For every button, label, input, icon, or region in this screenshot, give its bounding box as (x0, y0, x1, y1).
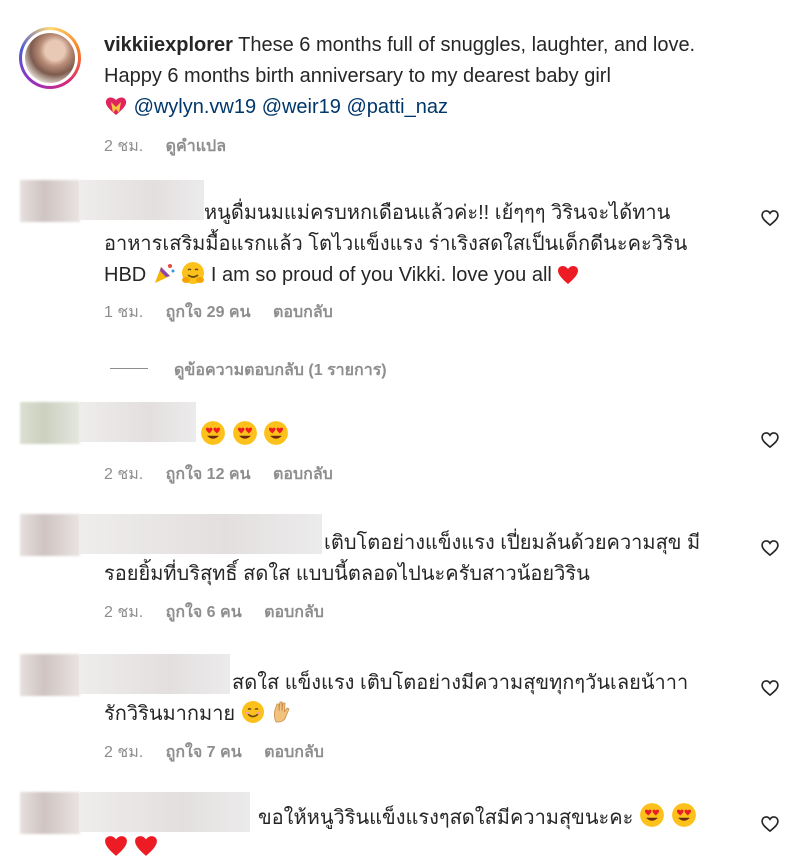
caption-meta: 2 ชม. ดูคำแปล (104, 134, 244, 159)
comment-meta: 2 ชม. ถูกใจ 12 คน ตอบกลับ (104, 462, 351, 487)
comment-item: สดใส แข็งแรง เติบโตอย่างมีความสุขทุกๆวัน… (0, 652, 800, 772)
commenter-username-redacted[interactable] (80, 514, 322, 554)
comment-text-line: HBD I am so proud of you Vikki. love you… (104, 260, 744, 291)
comment-meta: 2 ชม. ถูกใจ 7 คน ตอบกลับ (104, 740, 342, 765)
comment-text-line: ขอให้หนูวิรินแข็งแรงๆสดใสมีความสุขนะคะ (258, 802, 738, 834)
party-popper-emoji (154, 264, 175, 283)
mention-link[interactable]: @weir19 (262, 96, 341, 118)
smiling-face-heart-eyes-emoji (232, 421, 257, 445)
commenter-username-redacted[interactable] (80, 792, 250, 832)
comment-time: 2 ชม. (104, 604, 144, 621)
replies-divider (110, 368, 148, 369)
commenter-avatar[interactable] (20, 402, 80, 444)
comment-likes[interactable]: ถูกใจ 12 คน (166, 466, 251, 483)
translate-link[interactable]: ดูคำแปล (166, 138, 226, 155)
post-caption: vikkiiexplorer These 6 months full of sn… (0, 0, 800, 170)
like-heart-icon[interactable] (760, 678, 780, 698)
smiling-face-heart-eyes-emoji (264, 421, 289, 445)
heart-emoji (558, 266, 579, 284)
comment-text-line: หนูดื่มนมแม่ครบหกเดือนแล้วค่ะ!! เย้ๆๆๆ ว… (204, 202, 671, 224)
comment-text-line: รักวิรินมากมาย (104, 699, 744, 730)
reply-button[interactable]: ตอบกลับ (273, 304, 333, 321)
avatar-photo (25, 33, 75, 83)
commenter-avatar[interactable] (20, 514, 80, 556)
comment-item: 2 ชม. ถูกใจ 12 คน ตอบกลับ (0, 400, 800, 500)
hand-emoji (274, 701, 290, 723)
commenter-avatar[interactable] (20, 180, 80, 222)
comment-text-line (200, 420, 320, 452)
comment-text-line: สดใส แข็งแรง เติบโตอย่างมีความสุขทุกๆวัน… (232, 672, 689, 694)
comment-likes[interactable]: ถูกใจ 6 คน (166, 604, 242, 621)
commenter-avatar[interactable] (20, 654, 80, 696)
reply-button[interactable]: ตอบกลับ (264, 604, 324, 621)
post-username[interactable]: vikkiiexplorer (104, 34, 233, 56)
caption-text: vikkiiexplorer These 6 months full of sn… (104, 30, 744, 123)
smiling-face-heart-eyes-emoji (201, 421, 225, 445)
comment-likes[interactable]: ถูกใจ 7 คน (166, 744, 242, 761)
like-heart-icon[interactable] (760, 430, 780, 450)
commenter-username-redacted[interactable] (80, 402, 196, 442)
like-heart-icon[interactable] (760, 814, 780, 834)
heart-emoji (105, 836, 127, 856)
comment-item: ขอให้หนูวิรินแข็งแรงๆสดใสมีความสุขนะคะ (0, 790, 800, 863)
mention-link[interactable]: @patti_naz (346, 96, 447, 118)
smiling-face-heart-eyes-emoji (640, 803, 664, 827)
reply-button[interactable]: ตอบกลับ (273, 466, 333, 483)
author-avatar[interactable] (19, 27, 81, 89)
heart-emoji (134, 836, 157, 856)
caption-time: 2 ชม. (104, 138, 144, 155)
comment-meta: 2 ชม. ถูกใจ 6 คน ตอบกลับ (104, 600, 342, 625)
comment-time: 2 ชม. (104, 744, 144, 761)
like-heart-icon[interactable] (760, 538, 780, 558)
comment-text-line: รอยยิ้มที่บริสุทธิ์ สดใส แบบนี้ตลอดไปนะค… (104, 563, 590, 585)
smiling-face-heart-eyes-emoji (671, 803, 696, 827)
like-heart-icon[interactable] (760, 208, 780, 228)
comment-item: หนูดื่มนมแม่ครบหกเดือนแล้วค่ะ!! เย้ๆๆๆ ว… (0, 176, 800, 346)
mention-link[interactable]: @wylyn.vw19 (134, 96, 257, 118)
commenter-avatar[interactable] (20, 792, 80, 834)
comment-likes[interactable]: ถูกใจ 29 คน (166, 304, 251, 321)
comment-text-line: อาหารเสริมมื้อแรกแล้ว โตไวแข็งแรง ร่าเริ… (104, 233, 688, 255)
smiling-face-emoji (241, 701, 264, 723)
comment-meta: 1 ชม. ถูกใจ 29 คน ตอบกลับ (104, 300, 351, 325)
comment-time: 2 ชม. (104, 466, 144, 483)
comment-time: 1 ชม. (104, 304, 144, 321)
heart-with-ribbon-emoji (105, 97, 127, 115)
comment-text-line: เติบโตอย่างแข็งแรง เปี่ยมล้นด้วยความสุข … (324, 532, 701, 554)
comment-item: เติบโตอย่างแข็งแรง เปี่ยมล้นด้วยความสุข … (0, 512, 800, 632)
hugging-face-emoji (182, 262, 205, 284)
view-replies-button[interactable]: ดูข้อความตอบกลับ (1 รายการ) (174, 358, 387, 383)
commenter-username-redacted[interactable] (80, 654, 230, 694)
commenter-username-redacted[interactable] (80, 180, 204, 220)
reply-button[interactable]: ตอบกลับ (264, 744, 324, 761)
comment-text-line (104, 832, 224, 863)
